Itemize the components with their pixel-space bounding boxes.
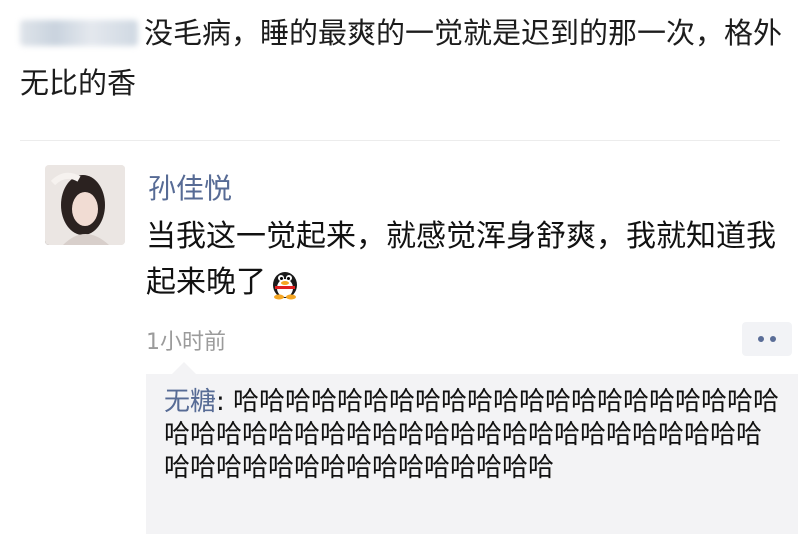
post-text: 当我这一觉起来，就感觉浑身舒爽，我就知道我起来晚了 xyxy=(146,219,776,300)
comment-text: 哈哈哈哈哈哈哈哈哈哈哈哈哈哈哈哈哈哈哈哈哈哈哈哈哈哈哈哈哈哈哈哈哈哈哈哈哈哈哈哈… xyxy=(164,387,780,483)
dot-icon xyxy=(770,336,776,342)
post-timestamp: 1小时前 xyxy=(146,330,226,355)
divider xyxy=(20,140,780,141)
dot-icon xyxy=(758,336,764,342)
penguin-emoji-icon xyxy=(268,266,302,314)
post-body: 当我这一觉起来，就感觉浑身舒爽，我就知道我起来晚了 xyxy=(146,214,786,314)
avatar[interactable] xyxy=(45,165,125,245)
blurred-username xyxy=(20,20,138,46)
comment-section: 无糖: 哈哈哈哈哈哈哈哈哈哈哈哈哈哈哈哈哈哈哈哈哈哈哈哈哈哈哈哈哈哈哈哈哈哈哈哈… xyxy=(146,362,798,534)
post-caption: 没毛病，睡的最爽的一觉就是迟到的那一次，格外无比的香 xyxy=(20,8,790,108)
more-options-button[interactable] xyxy=(742,322,792,356)
commenter-name[interactable]: 无糖 xyxy=(164,387,216,417)
comment[interactable]: 无糖: 哈哈哈哈哈哈哈哈哈哈哈哈哈哈哈哈哈哈哈哈哈哈哈哈哈哈哈哈哈哈哈哈哈哈哈哈… xyxy=(164,386,784,485)
comment-separator: : xyxy=(216,387,234,417)
avatar-image xyxy=(45,165,125,245)
poster-name[interactable]: 孙佳悦 xyxy=(148,167,232,207)
